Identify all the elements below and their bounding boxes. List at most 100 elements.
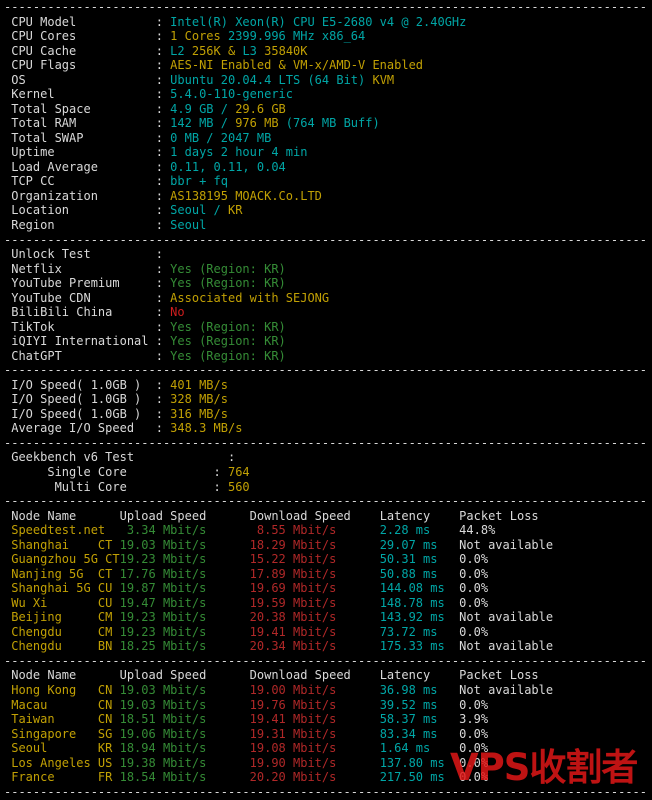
latency: 36.98 ms bbox=[380, 683, 459, 697]
info-value-segment: Ubuntu 20.04.4 LTS (64 Bit) bbox=[170, 73, 372, 87]
info-value-segment: 35840K bbox=[264, 44, 307, 58]
upload-speed: 19.03 Mbit/s bbox=[120, 538, 250, 552]
info-value-segment: Seoul bbox=[170, 218, 206, 232]
table-row: Beijing CM 19.23 Mbit/s 20.38 Mbit/s 143… bbox=[4, 610, 652, 625]
packet-loss: 0.0% bbox=[459, 581, 488, 595]
io-speed-line: I/O Speed( 1.0GB ) : 401 MB/s bbox=[4, 378, 652, 393]
info-label: Kernel : bbox=[4, 87, 170, 101]
separator-line: ----------------------------------------… bbox=[4, 436, 652, 451]
system-info-line: Total Space : 4.9 GB / 29.6 GB bbox=[4, 102, 652, 117]
upload-speed: 19.38 Mbit/s bbox=[120, 756, 250, 770]
latency: 83.34 ms bbox=[380, 727, 459, 741]
col-upload-speed: Upload Speed bbox=[120, 509, 250, 523]
system-info-line: Kernel : 5.4.0-110-generic bbox=[4, 87, 652, 102]
table-row: Chengdu CM 19.23 Mbit/s 19.41 Mbit/s 73.… bbox=[4, 625, 652, 640]
col-latency: Latency bbox=[380, 668, 459, 682]
node-name: Chengdu BN bbox=[4, 639, 120, 653]
download-speed: 19.69 Mbit/s bbox=[250, 581, 380, 595]
table-row: Guangzhou 5G CT19.23 Mbit/s 15.22 Mbit/s… bbox=[4, 552, 652, 567]
info-label: Location : bbox=[4, 203, 170, 217]
unlock-test-line: Netflix : Yes (Region: KR) bbox=[4, 262, 652, 277]
info-value-segment: Yes (Region: KR) bbox=[170, 320, 286, 334]
benchmark-report: ----------------------------------------… bbox=[0, 0, 652, 799]
download-speed: 19.59 Mbit/s bbox=[250, 596, 380, 610]
latency: 1.64 ms bbox=[380, 741, 459, 755]
info-label: Total Space : bbox=[4, 102, 170, 116]
latency: 39.52 ms bbox=[380, 698, 459, 712]
latency: 217.50 ms bbox=[380, 770, 459, 784]
table-row: Speedtest.net 3.34 Mbit/s 8.55 Mbit/s 2.… bbox=[4, 523, 652, 538]
system-info-line: Organization : AS138195 MOACK.Co.LTD bbox=[4, 189, 652, 204]
io-speed-line: Average I/O Speed : 348.3 MB/s bbox=[4, 421, 652, 436]
system-info-line: OS : Ubuntu 20.04.4 LTS (64 Bit) KVM bbox=[4, 73, 652, 88]
unlock-test-line: YouTube Premium : Yes (Region: KR) bbox=[4, 276, 652, 291]
separator-line: ----------------------------------------… bbox=[4, 363, 652, 378]
packet-loss: 3.9% bbox=[459, 712, 488, 726]
info-label: Unlock Test : bbox=[4, 247, 170, 261]
node-name: Speedtest.net bbox=[4, 523, 120, 537]
table-row: Nanjing 5G CT 17.76 Mbit/s 17.89 Mbit/s … bbox=[4, 567, 652, 582]
separator: ----------------------------------------… bbox=[4, 436, 647, 450]
node-name: Nanjing 5G CT bbox=[4, 567, 120, 581]
info-value-segment: 2399.996 MHz x86_64 bbox=[228, 29, 365, 43]
packet-loss: Not available bbox=[459, 639, 553, 653]
info-value-segment: 0.11, 0.11, 0.04 bbox=[170, 160, 286, 174]
geekbench-label: Multi Core : bbox=[4, 480, 228, 494]
info-value-segment: 1 Cores bbox=[170, 29, 228, 43]
packet-loss: 0.0% bbox=[459, 698, 488, 712]
packet-loss: Not available bbox=[459, 538, 553, 552]
packet-loss: 0.0% bbox=[459, 567, 488, 581]
upload-speed: 19.03 Mbit/s bbox=[120, 698, 250, 712]
separator: ----------------------------------------… bbox=[4, 363, 647, 377]
geekbench-score-line: Single Core : 764 bbox=[4, 465, 652, 480]
download-speed: 20.38 Mbit/s bbox=[250, 610, 380, 624]
geekbench-score: 560 bbox=[228, 480, 250, 494]
latency: 175.33 ms bbox=[380, 639, 459, 653]
upload-speed: 19.23 Mbit/s bbox=[120, 625, 250, 639]
info-value-segment: 256K bbox=[192, 44, 221, 58]
upload-speed: 18.25 Mbit/s bbox=[120, 639, 250, 653]
separator: ----------------------------------------… bbox=[4, 494, 647, 508]
info-value-segment: Intel(R) Xeon(R) CPU E5-2680 v4 @ 2.40GH… bbox=[170, 15, 466, 29]
system-info-line: CPU Cache : L2 256K & L3 35840K bbox=[4, 44, 652, 59]
table-row: Shanghai 5G CU 19.87 Mbit/s 19.69 Mbit/s… bbox=[4, 581, 652, 596]
col-node-name: Node Name bbox=[4, 509, 120, 523]
io-speed-line: I/O Speed( 1.0GB ) : 316 MB/s bbox=[4, 407, 652, 422]
table-row: Hong Kong CN 19.03 Mbit/s 19.00 Mbit/s 3… bbox=[4, 683, 652, 698]
system-info-line: Load Average : 0.11, 0.11, 0.04 bbox=[4, 160, 652, 175]
unlock-test-line: TikTok : Yes (Region: KR) bbox=[4, 320, 652, 335]
upload-speed: 19.23 Mbit/s bbox=[120, 552, 250, 566]
node-name: France FR bbox=[4, 770, 120, 784]
info-label: I/O Speed( 1.0GB ) : bbox=[4, 378, 170, 392]
info-value-segment: Yes (Region: KR) bbox=[170, 334, 286, 348]
info-label: CPU Flags : bbox=[4, 58, 170, 72]
info-value-segment: 401 MB/s bbox=[170, 378, 228, 392]
upload-speed: 19.06 Mbit/s bbox=[120, 727, 250, 741]
upload-speed: 19.87 Mbit/s bbox=[120, 581, 250, 595]
node-name: Hong Kong CN bbox=[4, 683, 120, 697]
packet-loss: 0.0% bbox=[459, 596, 488, 610]
info-value-segment: Seoul / bbox=[170, 203, 228, 217]
info-value-segment: Associated with SEJONG bbox=[170, 291, 329, 305]
upload-speed: 3.34 Mbit/s bbox=[120, 523, 250, 537]
separator-line: ----------------------------------------… bbox=[4, 494, 652, 509]
info-value-segment: 976 MB bbox=[235, 116, 278, 130]
table-row: Wu Xi CU 19.47 Mbit/s 19.59 Mbit/s 148.7… bbox=[4, 596, 652, 611]
separator-line: ----------------------------------------… bbox=[4, 233, 652, 248]
table-row: Macau CN 19.03 Mbit/s 19.76 Mbit/s 39.52… bbox=[4, 698, 652, 713]
node-name: Shanghai CT bbox=[4, 538, 120, 552]
info-label: Load Average : bbox=[4, 160, 170, 174]
info-value-segment: 29.6 GB bbox=[235, 102, 286, 116]
info-label: Total SWAP : bbox=[4, 131, 170, 145]
packet-loss: 44.8% bbox=[459, 523, 495, 537]
info-value-segment: Yes (Region: KR) bbox=[170, 262, 286, 276]
system-info-line: Region : Seoul bbox=[4, 218, 652, 233]
system-info-line: Total SWAP : 0 MB / 2047 MB bbox=[4, 131, 652, 146]
download-speed: 20.20 Mbit/s bbox=[250, 770, 380, 784]
latency: 50.88 ms bbox=[380, 567, 459, 581]
node-name: Los Angeles US bbox=[4, 756, 120, 770]
table-row: Chengdu BN 18.25 Mbit/s 20.34 Mbit/s 175… bbox=[4, 639, 652, 654]
info-value-segment: 1 days 2 hour 4 min bbox=[170, 145, 307, 159]
node-name: Shanghai 5G CU bbox=[4, 581, 120, 595]
latency: 58.37 ms bbox=[380, 712, 459, 726]
